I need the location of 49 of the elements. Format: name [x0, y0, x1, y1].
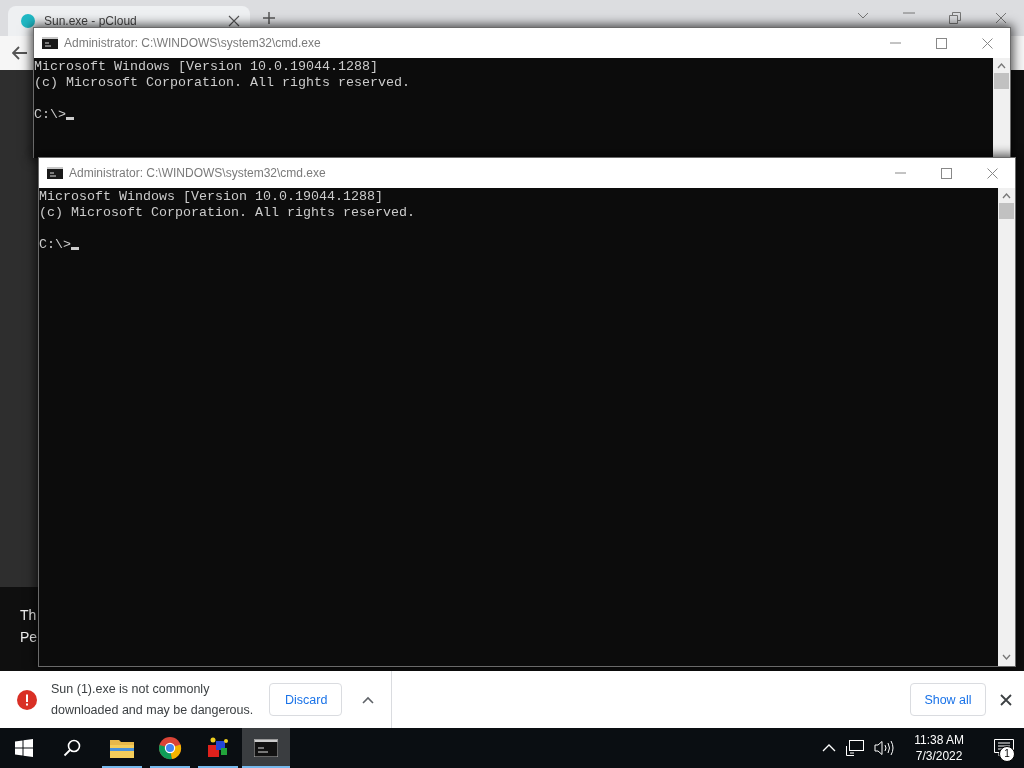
close-icon[interactable] — [995, 12, 1007, 24]
favicon-icon — [20, 13, 36, 29]
restore-icon[interactable] — [949, 12, 961, 24]
terminal-icon — [47, 167, 63, 179]
close-icon[interactable] — [228, 15, 240, 27]
discard-button[interactable]: Discard — [269, 683, 342, 716]
maximize-icon[interactable] — [940, 167, 952, 179]
chevron-down-icon[interactable] — [857, 12, 869, 20]
scrollbar[interactable] — [993, 58, 1010, 158]
console-line: Microsoft Windows [Version 10.0.19044.1288] — [34, 59, 378, 74]
chevron-up-icon[interactable] — [362, 695, 374, 704]
new-tab-icon[interactable] — [262, 11, 276, 25]
back-arrow-icon[interactable] — [12, 46, 28, 60]
show-all-button[interactable]: Show all — [910, 683, 986, 716]
scroll-thumb[interactable] — [999, 203, 1014, 219]
clock-time[interactable]: 11:38 AM — [914, 732, 964, 748]
text-cursor — [71, 247, 79, 250]
terminal-icon — [42, 37, 58, 49]
speaker-icon[interactable] — [874, 740, 895, 756]
network-icon[interactable] — [846, 740, 865, 756]
scroll-down-icon[interactable] — [1002, 652, 1011, 662]
close-icon[interactable] — [1000, 693, 1012, 706]
maximize-icon[interactable] — [935, 37, 947, 49]
chrome-icon — [158, 736, 182, 760]
search-icon — [63, 739, 81, 757]
clock-date[interactable]: 7/3/2022 — [915, 748, 963, 764]
scroll-thumb[interactable] — [994, 73, 1009, 89]
scrollbar[interactable] — [998, 188, 1015, 666]
window-title: Administrator: C:\WINDOWS\system32\cmd.exe — [69, 166, 327, 180]
scroll-up-icon[interactable] — [997, 61, 1006, 71]
page-text: Th — [20, 607, 38, 623]
terminal-icon — [254, 739, 278, 757]
notification-badge: 1 — [999, 746, 1015, 762]
command-prompt: C:\> — [34, 107, 66, 122]
console-line: (c) Microsoft Corporation. All rights reserved. — [34, 75, 410, 90]
scroll-up-icon[interactable] — [1002, 191, 1011, 201]
console-line: (c) Microsoft Corporation. All rights reserved. — [39, 205, 415, 220]
command-prompt: C:\> — [39, 237, 71, 252]
window-title: Administrator: C:\WINDOWS\system32\cmd.exe — [64, 36, 322, 50]
windows-start-icon — [15, 739, 33, 757]
text-cursor — [66, 117, 74, 120]
taskbar-button[interactable] — [242, 728, 290, 768]
warning-icon — [17, 689, 37, 710]
blocks-icon — [206, 736, 230, 760]
page-text: Pe — [20, 629, 39, 645]
folder-icon — [110, 738, 134, 758]
download-warning-text: Sun (1).exe is not commonly downloaded and may be dangerous. — [51, 680, 255, 719]
console-line: Microsoft Windows [Version 10.0.19044.1288] — [39, 189, 383, 204]
notification-icon[interactable] — [994, 739, 1014, 757]
